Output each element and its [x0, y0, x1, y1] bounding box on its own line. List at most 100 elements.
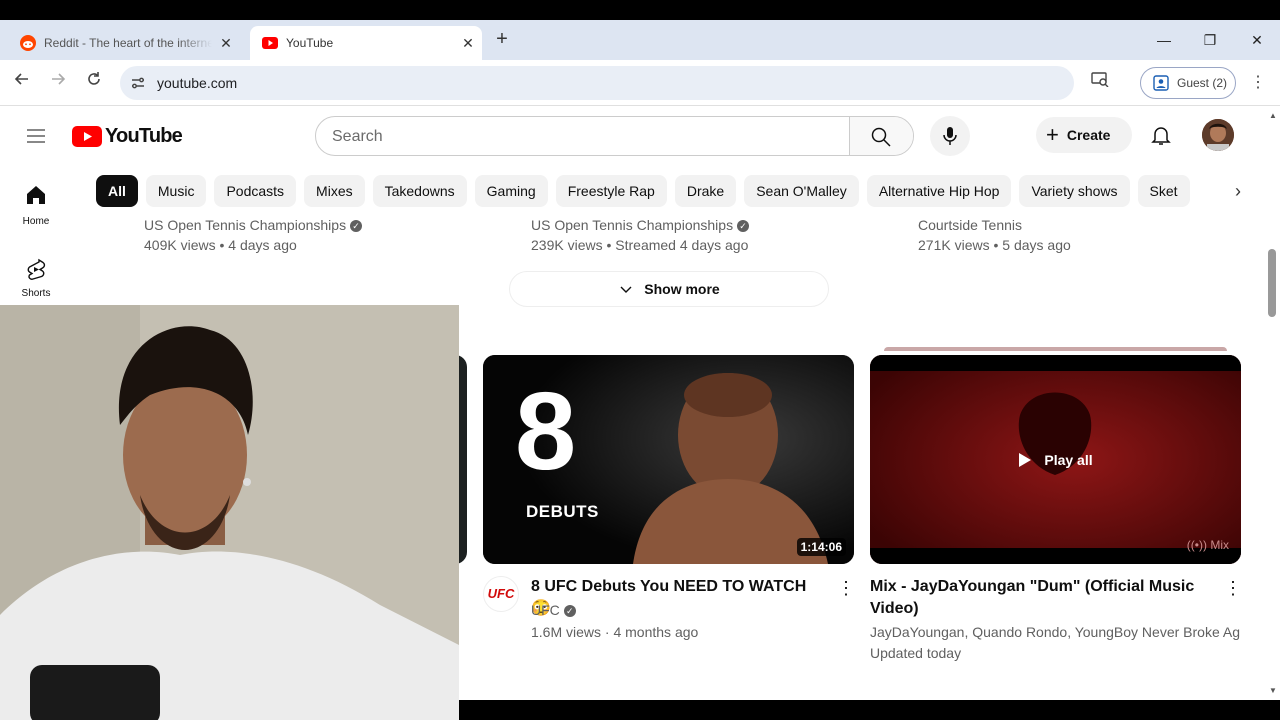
close-window-icon[interactable]: ✕: [1245, 28, 1269, 52]
minimize-icon[interactable]: —: [1152, 28, 1176, 52]
search-button[interactable]: [849, 117, 913, 155]
chip[interactable]: Freestyle Rap: [555, 175, 667, 207]
chip[interactable]: Variety shows: [1019, 175, 1130, 207]
video-stats: 1.6M views · 4 months ago: [531, 624, 699, 640]
channel-avatar[interactable]: UFC: [483, 576, 519, 612]
thumbnail-sub-text: DEBUTS: [526, 502, 599, 521]
browser-toolbar: youtube.com Guest (2) ⋮: [0, 60, 1280, 106]
tab-youtube[interactable]: YouTube ✕: [250, 26, 482, 60]
youtube-logo[interactable]: YouTube: [72, 124, 183, 148]
scrollbar-thumb[interactable]: [1268, 249, 1276, 317]
chip[interactable]: Music: [145, 175, 207, 207]
video-thumbnail[interactable]: 8 DEBUTS 1:14:06: [483, 355, 854, 564]
guest-profile-icon: [1153, 75, 1169, 91]
channel-name[interactable]: US Open Tennis Championships ✓: [531, 217, 750, 233]
search-input[interactable]: Search: [332, 128, 383, 146]
url-text[interactable]: youtube.com: [157, 75, 237, 91]
show-more-label: Show more: [644, 281, 720, 297]
sidebar-item-label: Shorts: [21, 288, 51, 299]
video-title[interactable]: Mix - JayDaYoungan "Dum" (Official Music…: [870, 576, 1210, 620]
sidebar-item-label: Home: [22, 216, 50, 227]
plus-icon: +: [1046, 122, 1059, 147]
chip-all[interactable]: All: [96, 175, 138, 207]
chip[interactable]: Mixes: [304, 175, 365, 207]
scroll-up-arrow-icon[interactable]: ▲: [1269, 111, 1277, 120]
youtube-logo-icon: [72, 125, 102, 147]
tab-title: Reddit - The heart of the internet: [44, 36, 212, 50]
back-arrow-icon[interactable]: [10, 71, 34, 95]
more-actions-icon[interactable]: ⋮: [1221, 576, 1245, 600]
channel-names[interactable]: JayDaYoungan, Quando Rondo, YoungBoy Nev…: [870, 624, 1240, 640]
mix-stack-decoration: [884, 347, 1227, 351]
home-icon: [27, 186, 45, 204]
video-stats: 239K views • Streamed 4 days ago: [531, 237, 749, 253]
voice-search-button[interactable]: [930, 116, 970, 156]
chip[interactable]: Podcasts: [214, 175, 297, 207]
page-scrollbar[interactable]: ▲ ▼: [1265, 107, 1280, 700]
scroll-down-arrow-icon[interactable]: ▼: [1269, 686, 1277, 695]
hamburger-menu-icon[interactable]: [24, 124, 48, 148]
os-bottom-bar: [459, 700, 1280, 720]
profile-label: Guest (2): [1177, 76, 1228, 90]
webcam-overlay: [0, 305, 459, 720]
broadcast-icon: ((•)): [1186, 538, 1211, 552]
chip[interactable]: Drake: [674, 175, 737, 207]
channel-name[interactable]: US Open Tennis Championships ✓: [144, 217, 363, 233]
avatar-image: [1202, 119, 1234, 151]
sidebar-item-home[interactable]: Home: [0, 183, 72, 227]
address-bar[interactable]: youtube.com: [120, 66, 1074, 100]
browser-menu-icon[interactable]: ⋮: [1246, 71, 1270, 95]
close-tab-icon[interactable]: ✕: [212, 35, 240, 52]
create-button[interactable]: + Create: [1036, 117, 1132, 153]
search-icon: [871, 127, 891, 147]
play-all-label: Play all: [1044, 451, 1093, 468]
play-all-overlay[interactable]: Play all: [870, 355, 1241, 564]
show-more-button[interactable]: Show more: [509, 271, 829, 307]
tab-reddit[interactable]: Reddit - The heart of the internet ✕: [8, 26, 240, 60]
video-stats: Updated today: [870, 645, 962, 661]
mix-thumbnail[interactable]: Play all ((•)) Mix: [870, 355, 1241, 564]
chip[interactable]: Sean O'Malley: [744, 175, 859, 207]
search-box[interactable]: Search: [315, 116, 914, 156]
new-tab-button[interactable]: +: [490, 28, 514, 52]
youtube-favicon-icon: [262, 35, 278, 51]
os-top-bar: [0, 0, 1280, 20]
chip[interactable]: Alternative Hip Hop: [866, 175, 1012, 207]
duration-badge: 1:14:06: [796, 538, 846, 556]
more-actions-icon[interactable]: ⋮: [834, 576, 858, 600]
site-settings-icon[interactable]: [130, 75, 146, 91]
close-tab-icon[interactable]: ✕: [454, 35, 482, 52]
logo-text: YouTube: [105, 124, 183, 147]
account-avatar[interactable]: [1202, 119, 1234, 151]
microphone-icon: [943, 127, 957, 145]
video-stats: 409K views • 4 days ago: [144, 237, 297, 253]
shorts-icon: [27, 258, 46, 280]
webcam-person-image: [0, 305, 459, 720]
chip[interactable]: Sket: [1137, 175, 1190, 207]
channel-name[interactable]: UFC ✓: [531, 602, 576, 618]
create-label: Create: [1066, 127, 1111, 143]
chevron-right-icon[interactable]: ›: [1222, 175, 1254, 207]
tab-title: YouTube: [286, 36, 334, 50]
verified-icon: ✓: [563, 605, 576, 618]
youtube-header: YouTube Search + Create: [0, 107, 1280, 164]
chip[interactable]: Takedowns: [372, 175, 467, 207]
verified-icon: ✓: [350, 220, 363, 233]
thumbnail-big-text: 8: [515, 370, 577, 493]
chevron-down-icon: [620, 286, 632, 293]
verified-icon: ✓: [737, 220, 750, 233]
profile-button[interactable]: Guest (2): [1140, 67, 1236, 99]
reload-icon[interactable]: [82, 71, 106, 95]
chip[interactable]: Gaming: [474, 175, 548, 207]
notifications-bell-icon[interactable]: [1150, 124, 1174, 148]
restore-icon[interactable]: ❐: [1198, 28, 1222, 52]
reddit-favicon-icon: [20, 35, 36, 51]
cast-icon[interactable]: [1088, 71, 1112, 95]
filter-chips: All Music Podcasts Mixes Takedowns Gaming Free…: [96, 175, 1222, 207]
mix-badge: ((•)) Mix: [1186, 538, 1229, 552]
channel-name[interactable]: Courtside Tennis: [918, 217, 1022, 233]
play-icon: [1019, 452, 1032, 467]
video-stats: 271K views • 5 days ago: [918, 237, 1071, 253]
sidebar-item-shorts[interactable]: Shorts: [0, 257, 72, 299]
forward-arrow-icon[interactable]: [46, 71, 70, 95]
